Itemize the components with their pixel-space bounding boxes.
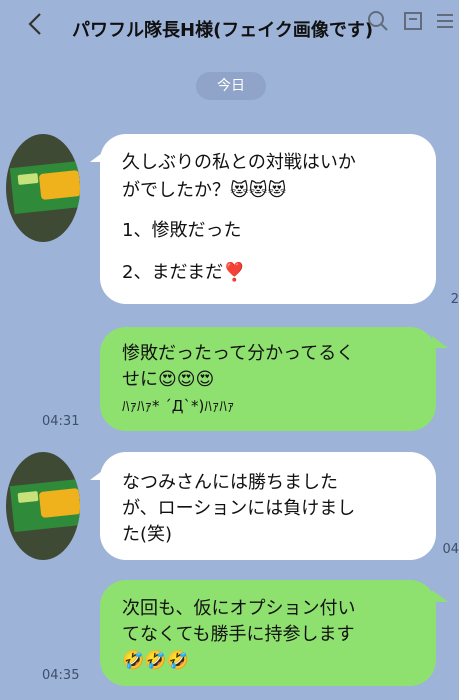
bubble-tail — [432, 590, 448, 602]
message-timestamp: 04:35 — [42, 668, 80, 683]
message-line: ﾊｧﾊｧ* ´Д`*)ﾊｧﾊｧ — [122, 397, 235, 415]
bubble-tail — [90, 150, 106, 162]
notes-icon[interactable] — [402, 10, 424, 32]
message-bubble-incoming[interactable]: なつみさんには勝ちました が、ローションには負けまし た(笑) — [100, 452, 436, 560]
chat-header: パワフル隊長H様(フェイク画像です) — [0, 0, 459, 62]
message-bubble-outgoing[interactable]: 惨敗だったって分かってるく せに😍😍😍 ﾊｧﾊｧ* ´Д`*)ﾊｧﾊｧ — [100, 327, 436, 431]
message-bubble-incoming[interactable]: 久しぶりの私との対戦はいか がでしたか？😻😻😻 1、惨敗だった 2、まだまだ❣️ — [100, 134, 436, 304]
avatar[interactable] — [6, 134, 80, 242]
message-line: 1、惨敗だった — [122, 220, 242, 241]
bubble-tail — [90, 468, 106, 480]
message-line: 2、まだまだ❣️ — [122, 262, 246, 283]
header-actions — [309, 6, 459, 36]
timestamp-cut: 04 — [442, 542, 459, 557]
message-line: 久しぶりの私との対戦はいか — [122, 152, 356, 173]
search-icon[interactable] — [367, 10, 389, 32]
message-line: がでしたか？😻😻😻 — [122, 180, 287, 201]
timestamp-cut: 2 — [450, 292, 459, 307]
bubble-tail — [432, 336, 448, 348]
message-timestamp: 04:31 — [42, 414, 80, 429]
back-arrow-icon[interactable] — [22, 10, 50, 38]
message-line: 🤣🤣🤣 — [122, 650, 190, 671]
message-line: た(笑) — [122, 524, 173, 545]
message-bubble-outgoing[interactable]: 次回も、仮にオプション付い てなくても勝手に持参します 🤣🤣🤣 — [100, 580, 436, 686]
date-separator: 今日 — [196, 72, 266, 100]
menu-icon[interactable] — [435, 10, 455, 32]
avatar[interactable] — [6, 452, 80, 560]
